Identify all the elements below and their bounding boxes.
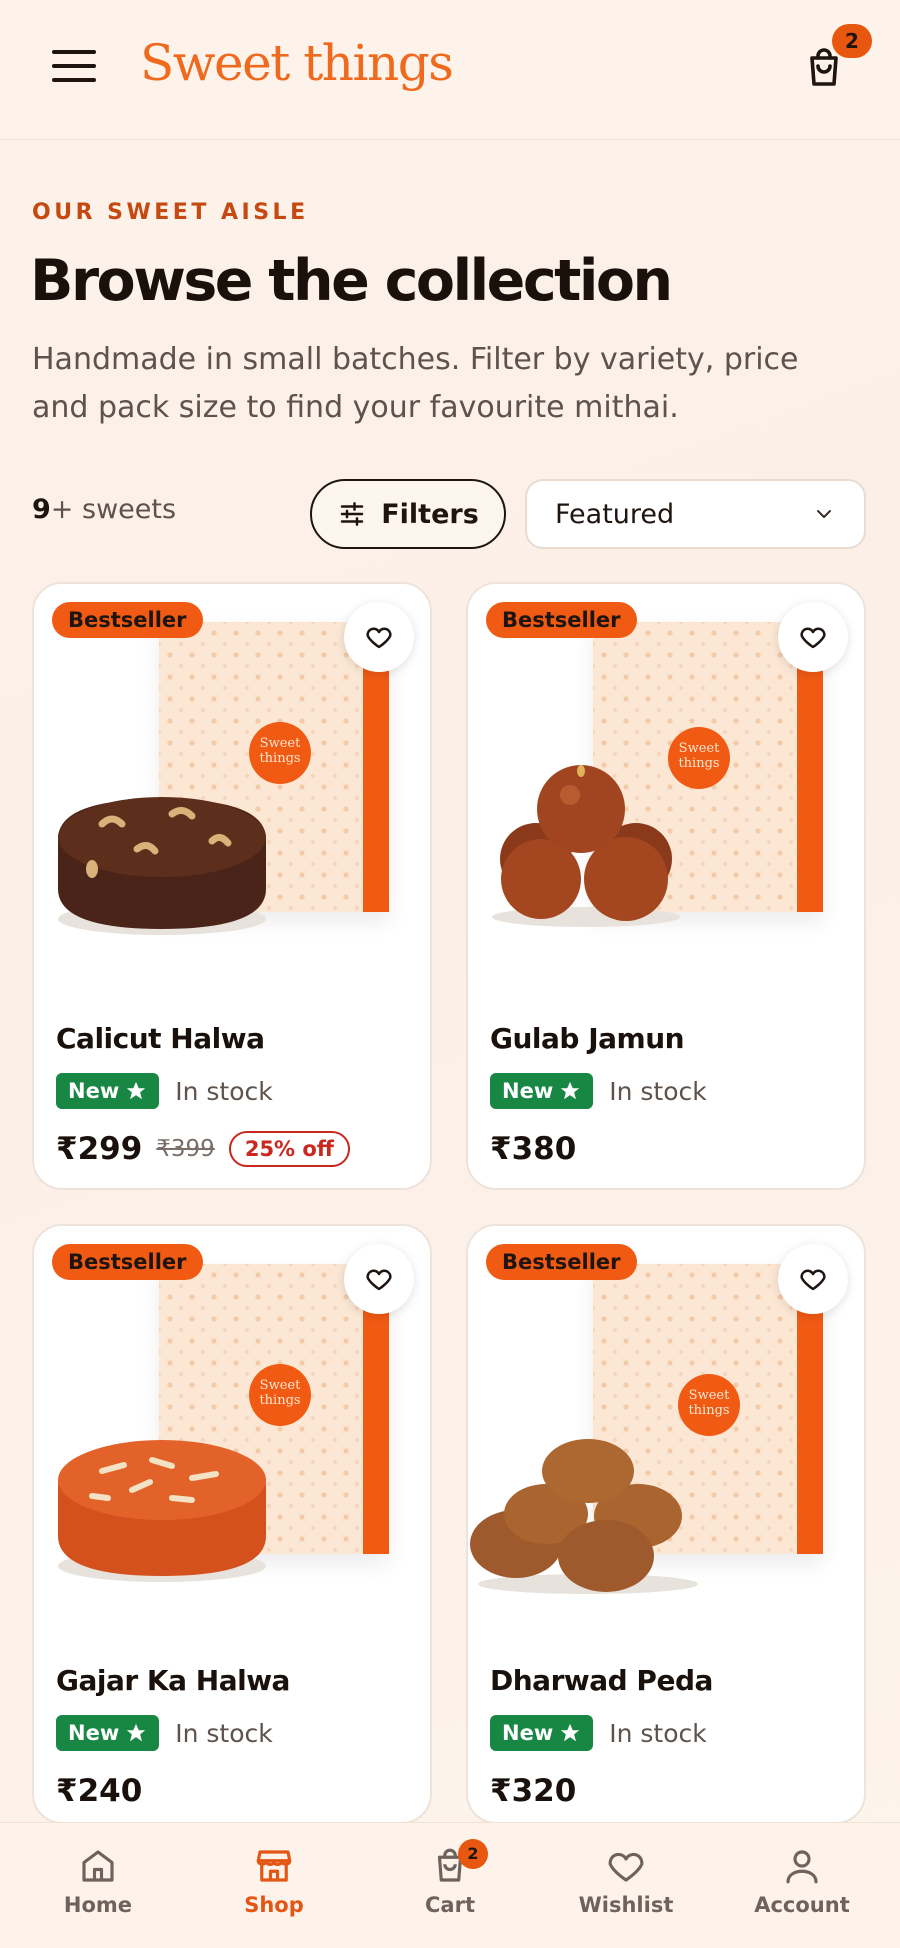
nav-cart-label: Cart [425, 1893, 475, 1917]
store-icon [256, 1850, 292, 1882]
original-price: ₹399 [156, 1136, 215, 1162]
bottom-nav: Home Shop 2 Cart Wishlist Account [0, 1822, 900, 1948]
product-image: Sweet things Bestseller [468, 1226, 864, 1626]
stock-status: In stock [175, 1076, 273, 1106]
new-badge: New [56, 1073, 160, 1109]
stock-status: In stock [175, 1718, 273, 1748]
heart-outline-icon [608, 1852, 644, 1882]
nav-shop-label: Shop [244, 1893, 304, 1917]
product-name: Dharwad Peda [490, 1664, 713, 1697]
gulab-jamun-illustration [492, 765, 680, 927]
heart-icon [800, 1269, 826, 1291]
wishlist-toggle[interactable] [344, 602, 414, 672]
price: ₹240 [56, 1773, 143, 1809]
user-icon [786, 1850, 818, 1884]
cart-count-badge: 2 [832, 24, 872, 58]
page-subtitle: Handmade in small batches. Filter by var… [32, 342, 799, 425]
product-card[interactable]: Sweet things Bestseller Gajar Ka Halwa N… [32, 1224, 432, 1824]
discount-badge: 25% off [228, 1131, 350, 1167]
peda-illustration [470, 1439, 698, 1594]
star-icon [561, 1081, 580, 1100]
new-badge: New [56, 1715, 160, 1751]
filters-button[interactable]: Filters [310, 479, 506, 549]
stock-status: In stock [609, 1718, 707, 1748]
nav-cart[interactable]: 2 Cart [380, 1839, 520, 1917]
product-card[interactable]: Sweet things Bestseller Calicut Halwa Ne… [32, 582, 432, 1190]
new-badge-label: New [68, 1079, 120, 1103]
chevron-down-icon [817, 510, 831, 518]
nav-account[interactable]: Account [732, 1845, 872, 1917]
price: ₹380 [490, 1131, 577, 1167]
menu-icon [52, 50, 96, 82]
halwa-illustration [58, 797, 266, 935]
new-badge-label: New [502, 1721, 554, 1745]
new-badge: New [490, 1073, 594, 1109]
nav-home[interactable]: Home [28, 1845, 168, 1917]
nav-account-label: Account [754, 1893, 850, 1917]
bestseller-tag: Bestseller [486, 602, 637, 638]
product-image: Sweet things Bestseller [34, 1226, 430, 1626]
product-image: Sweet things Bestseller [34, 584, 430, 984]
heart-icon [800, 627, 826, 649]
wishlist-toggle[interactable] [344, 1244, 414, 1314]
star-icon [127, 1723, 146, 1742]
star-icon [127, 1081, 146, 1100]
section-eyebrow: OUR SWEET AISLE [32, 200, 309, 225]
gajar-halwa-illustration [58, 1440, 266, 1582]
nav-home-label: Home [63, 1893, 133, 1917]
new-badge: New [490, 1715, 594, 1751]
bestseller-tag: Bestseller [52, 1244, 203, 1280]
logo[interactable]: Sweet things [140, 34, 454, 92]
price: ₹320 [490, 1773, 577, 1809]
stock-status: In stock [609, 1076, 707, 1106]
wishlist-toggle[interactable] [778, 1244, 848, 1314]
menu-button[interactable] [52, 50, 96, 90]
bestseller-tag: Bestseller [52, 602, 203, 638]
sort-select[interactable]: Featured [525, 479, 866, 549]
nav-wishlist[interactable]: Wishlist [556, 1845, 696, 1917]
nav-shop[interactable]: Shop [204, 1845, 344, 1917]
nav-cart-badge: 2 [458, 1839, 488, 1869]
result-count-suffix: + sweets [50, 494, 177, 525]
app-header: Sweet things 2 [0, 0, 900, 140]
header-cart-button[interactable]: 2 [800, 24, 872, 96]
filters-label: Filters [381, 498, 479, 530]
star-icon [561, 1723, 580, 1742]
new-badge-label: New [68, 1721, 120, 1745]
new-badge-label: New [502, 1079, 554, 1103]
bestseller-tag: Bestseller [486, 1244, 637, 1280]
heart-icon [366, 1269, 392, 1291]
nav-wishlist-label: Wishlist [578, 1893, 674, 1917]
product-name: Calicut Halwa [56, 1022, 265, 1055]
home-icon [82, 1850, 114, 1882]
wishlist-toggle[interactable] [778, 602, 848, 672]
heart-icon [366, 627, 392, 649]
page-title: Browse the collection [30, 248, 673, 314]
product-name: Gulab Jamun [490, 1022, 685, 1055]
product-name: Gajar Ka Halwa [56, 1664, 290, 1697]
product-card[interactable]: Sweet things Bestseller Dharwad Peda New… [466, 1224, 866, 1824]
result-count: 9+ sweets [32, 494, 176, 525]
sliders-icon [340, 502, 364, 526]
product-image: Sweet things Bestseller [468, 584, 864, 984]
price: ₹299 [56, 1131, 143, 1167]
result-count-number: 9 [32, 494, 51, 525]
sort-value: Featured [555, 498, 675, 530]
product-card[interactable]: Sweet things Bestseller Gulab Jamun New … [466, 582, 866, 1190]
